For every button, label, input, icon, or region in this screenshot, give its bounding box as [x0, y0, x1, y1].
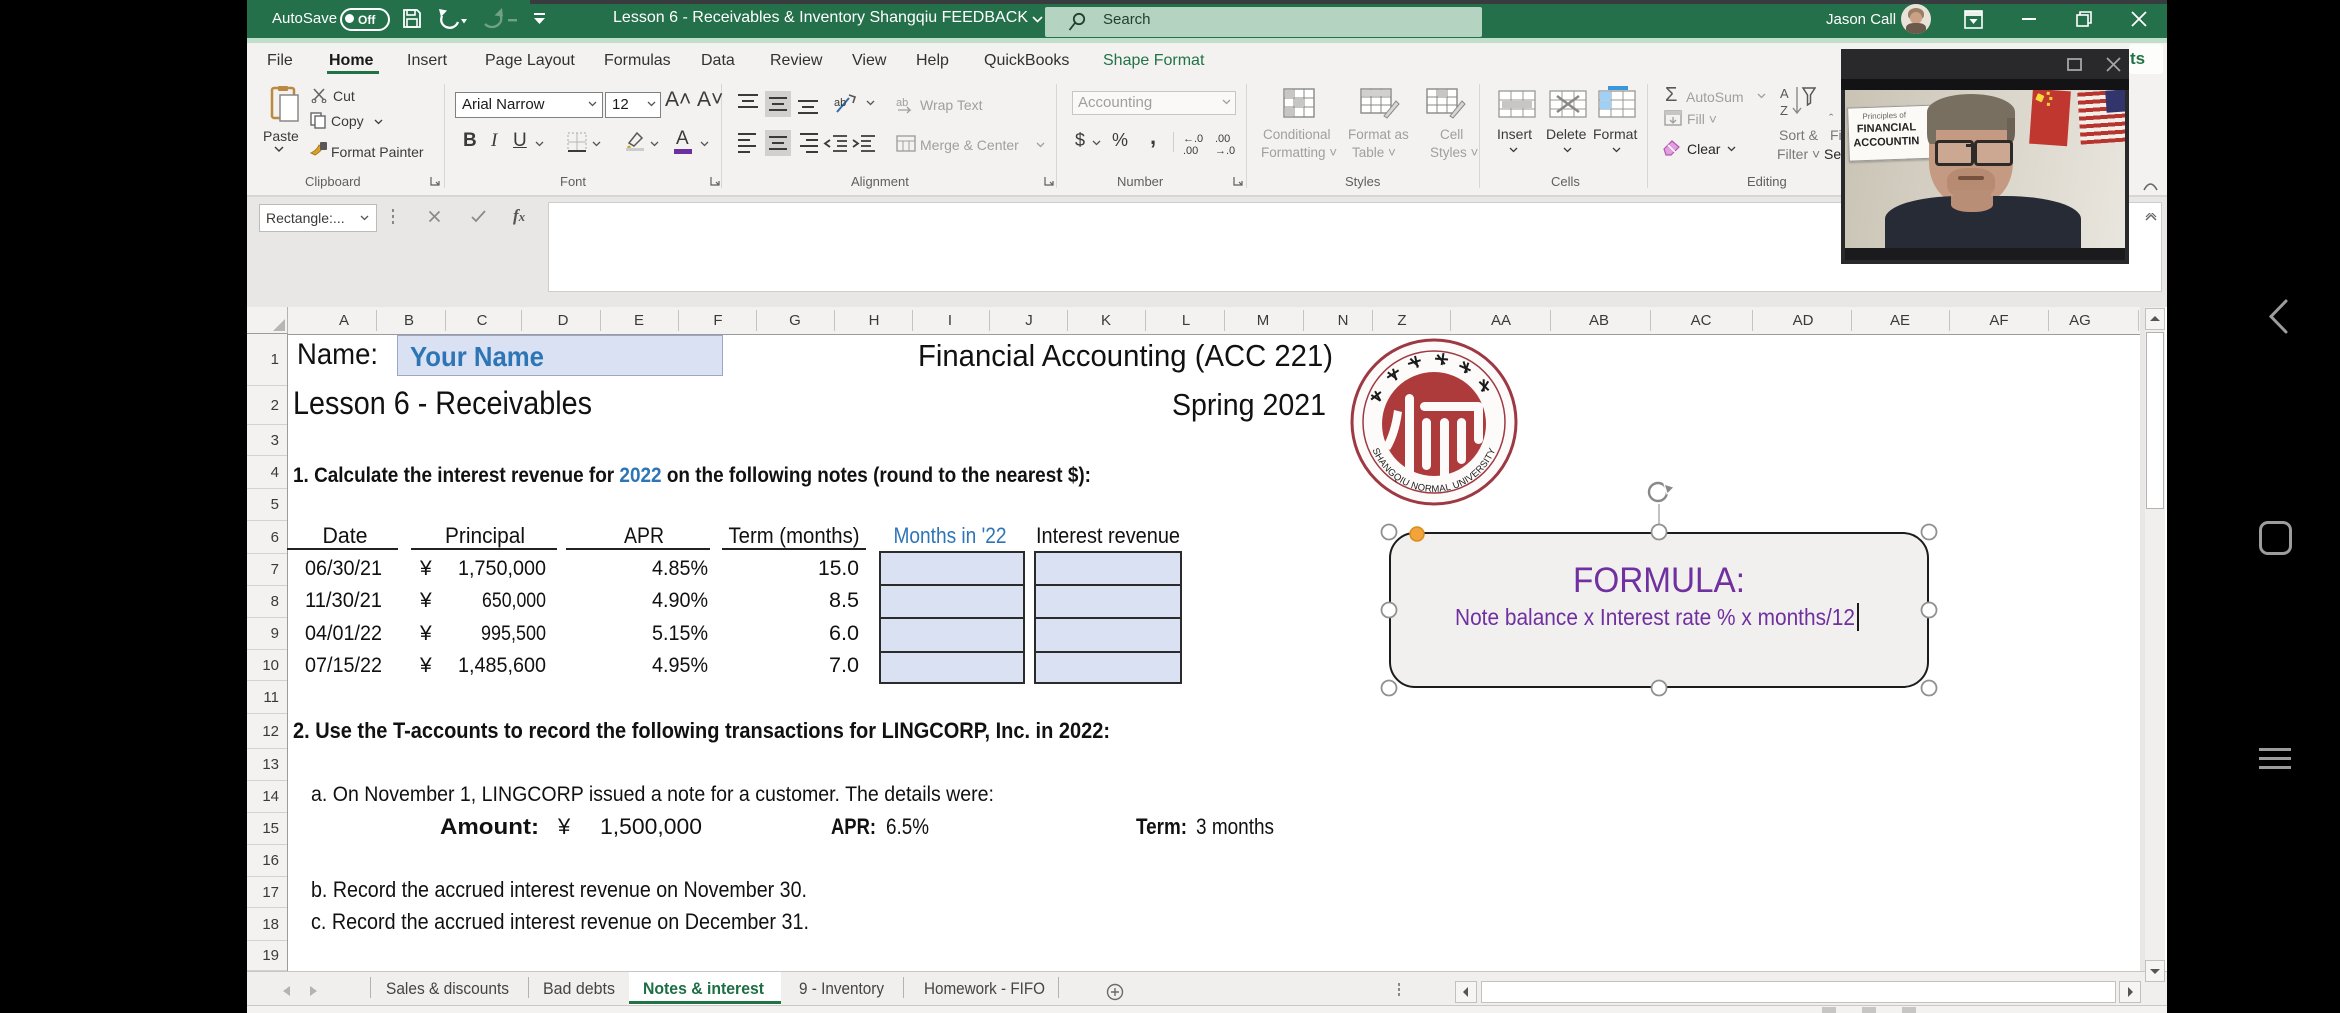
svg-text:ab: ab: [834, 97, 846, 109]
svg-text:ab: ab: [896, 97, 908, 109]
svg-text:A: A: [1780, 86, 1789, 101]
svg-text:Z: Z: [1780, 103, 1788, 118]
